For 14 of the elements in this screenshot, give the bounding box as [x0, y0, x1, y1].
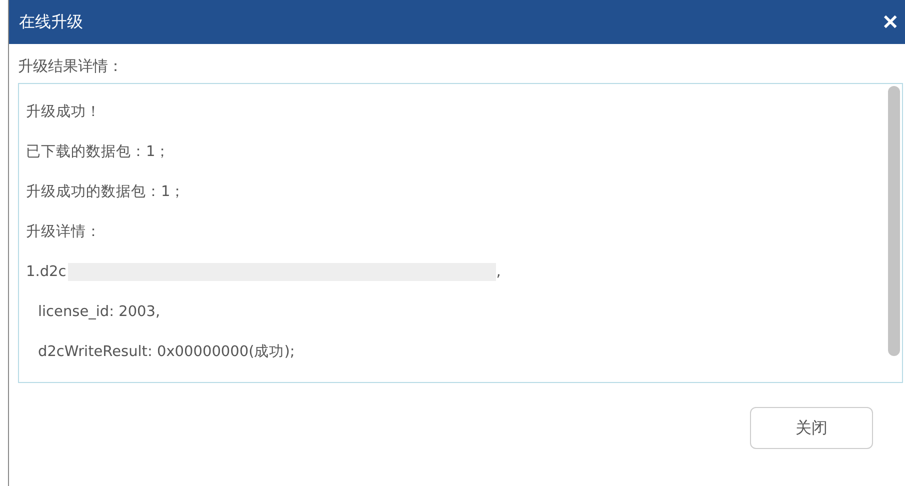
result-line: 升级成功！ — [26, 103, 101, 122]
close-button[interactable]: ✕ — [880, 10, 901, 34]
result-line: 1.d2c — [26, 263, 66, 282]
result-line: 已下载的数据包：1； — [26, 143, 170, 162]
result-line: 升级成功的数据包：1； — [26, 183, 186, 202]
result-line: 升级详情： — [26, 222, 101, 242]
scrollbar-thumb[interactable] — [888, 86, 900, 356]
result-label: 升级结果详情： — [18, 56, 124, 77]
result-line: , — [496, 263, 501, 282]
result-line: d2cWriteResult: 0x00000000(成功); — [38, 343, 295, 362]
result-line: license_id: 2003, — [38, 303, 160, 322]
result-text-area[interactable]: 升级成功！ 已下载的数据包：1； 升级成功的数据包：1； 升级详情： 1.d2c , license_id: 2003, d2cWriteResult: 0x00000000(成功); — [18, 83, 903, 383]
window-title: 在线升级 — [19, 12, 83, 32]
close-dialog-button[interactable]: 关闭 — [750, 407, 873, 449]
